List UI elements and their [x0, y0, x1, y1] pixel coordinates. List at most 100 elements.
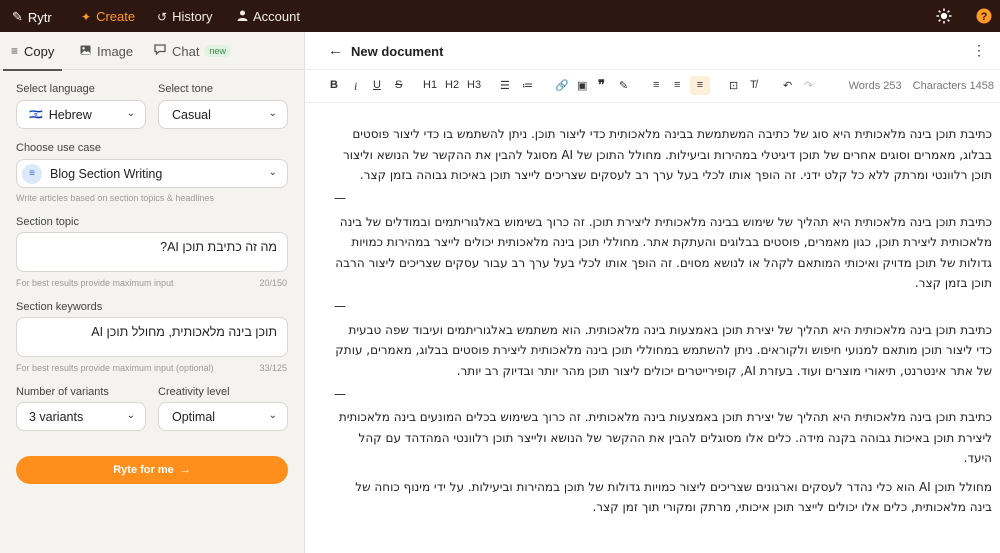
top-bar: ✎ Rytr ✦ Create ↺ History Account ? — [0, 0, 1000, 32]
heading3-button[interactable]: H3 — [467, 79, 481, 91]
language-select[interactable]: 🇮🇱 Hebrew ⌄ — [16, 100, 146, 129]
separator-3: — — [334, 381, 992, 407]
usecase-select[interactable]: ≡ Blog Section Writing ⌄ — [16, 159, 288, 188]
paragraph-2: כתיבת תוכן בינה מלאכותית היא תהליך של שי… — [335, 214, 992, 291]
usecase-hint: Write articles based on section topics &… — [16, 193, 214, 203]
link-icon[interactable]: 🔗 — [555, 79, 569, 92]
chevron-down-icon: ⌄ — [268, 107, 277, 119]
nav-account[interactable]: Account — [237, 9, 300, 24]
heading1-button[interactable]: H1 — [423, 79, 437, 91]
align-center-icon[interactable]: ≡ — [674, 79, 680, 91]
variants-label: Number of variants — [16, 386, 109, 398]
rytr-logo-icon: ✎ — [12, 9, 23, 24]
separator-dash: — — [334, 299, 346, 314]
image-icon — [80, 44, 91, 58]
paragraph-1: כתיבת תוכן בינה מלאכותית היא סוג של כתיב… — [343, 127, 992, 182]
editor-toolbar: B i U S H1 H2 H3 ☰ ≔ 🔗 ▣ ❞ ✎ ≡ ≡ ≡ ⊡ T̸ … — [306, 70, 1000, 103]
separator-dash: — — [334, 386, 346, 401]
help-icon[interactable]: ? — [975, 7, 993, 25]
language-label: Select language — [16, 83, 95, 95]
svg-text:?: ? — [981, 11, 988, 23]
nav-history[interactable]: ↺ History — [157, 9, 213, 24]
document-title: New document — [351, 44, 444, 59]
bullet-list-icon[interactable]: ☰ — [500, 79, 510, 92]
underline-button[interactable]: U — [373, 79, 381, 91]
keywords-input[interactable]: תוכן בינה מלאכותית, מחולל תוכן AI — [16, 317, 288, 357]
topic-counter: 20/150 — [259, 278, 287, 288]
tone-value: Casual — [172, 107, 211, 122]
bold-button[interactable]: B — [330, 79, 338, 91]
align-right-icon[interactable]: ≡ — [690, 76, 710, 95]
character-count: Characters 1458 — [912, 80, 994, 92]
usecase-value: Blog Section Writing — [50, 166, 163, 181]
topic-value: מה זה כתיבת תוכן AI? — [160, 240, 277, 254]
keywords-counter: 33/125 — [259, 363, 287, 373]
creativity-select[interactable]: Optimal ⌄ — [158, 402, 288, 431]
variants-select[interactable]: 3 variants ⌄ — [16, 402, 146, 431]
chat-icon — [154, 44, 166, 58]
user-icon — [237, 10, 248, 24]
chevron-down-icon: ⌄ — [126, 107, 135, 119]
redo-icon[interactable]: ↷ — [804, 79, 813, 92]
brand-name: Rytr — [27, 9, 52, 25]
ryte-for-me-button[interactable]: Ryte for me → — [16, 456, 288, 484]
align-left-icon[interactable]: ≡ — [653, 79, 659, 91]
clear-format-icon[interactable]: T̸ — [750, 79, 757, 91]
nav-create-label: Create — [96, 9, 136, 24]
undo-icon[interactable]: ↶ — [783, 79, 792, 92]
left-panel: ≡ Copy Image Chat new Select language Se… — [0, 32, 305, 553]
paragraph-5: מחולל תוכן AI הוא כלי נהדר לעסקים וארגונ… — [355, 479, 992, 515]
topic-label: Section topic — [16, 216, 79, 228]
ryte-button-label: Ryte for me — [113, 464, 174, 476]
separator-1: — — [334, 186, 992, 212]
tab-image-label: Image — [97, 43, 134, 59]
blog-icon: ≡ — [22, 163, 42, 184]
quote-icon[interactable]: ❞ — [598, 77, 605, 93]
tab-image[interactable]: Image — [80, 32, 133, 70]
creativity-value: Optimal — [172, 409, 216, 424]
history-icon: ↺ — [157, 9, 168, 24]
tab-copy-label: Copy — [24, 43, 55, 59]
tab-chat-label: Chat — [172, 43, 200, 59]
topic-hint: For best results provide maximum input — [16, 278, 174, 288]
numbered-list-icon[interactable]: ≔ — [522, 79, 533, 92]
creativity-label: Creativity level — [158, 386, 230, 398]
paragraph-3: כתיבת תוכן בינה מלאכותית היא תהליך של יצ… — [335, 322, 992, 378]
keywords-value: תוכן בינה מלאכותית, מחולל תוכן AI — [91, 325, 277, 339]
keywords-label: Section keywords — [16, 301, 103, 313]
nav-account-label: Account — [253, 9, 300, 24]
more-options-icon[interactable]: ⋮ — [972, 42, 986, 59]
highlight-pen-icon[interactable]: ✎ — [619, 79, 628, 92]
new-badge: new — [204, 45, 231, 57]
chevron-down-icon: ⌄ — [268, 409, 277, 421]
word-count: Words 253 — [848, 80, 902, 92]
embed-icon[interactable]: ⊡ — [729, 79, 738, 92]
separator-2: — — [334, 294, 992, 320]
back-arrow-icon[interactable]: ← — [328, 42, 343, 59]
nav-create[interactable]: ✦ Create — [81, 9, 135, 24]
theme-toggle-icon[interactable] — [935, 7, 953, 25]
document-counts: Words 253 Characters 1458 — [841, 80, 994, 92]
language-value: Hebrew — [48, 107, 92, 122]
paragraph-4: כתיבת תוכן בינה מלאכותית היא תהליך של יצ… — [338, 410, 992, 465]
mode-tabs: ≡ Copy Image Chat new — [0, 32, 305, 71]
variants-value: 3 variants — [29, 409, 84, 424]
document-body[interactable]: כתיבת תוכן בינה מלאכותית היא סוג של כתיב… — [334, 124, 992, 518]
topic-input[interactable]: מה זה כתיבת תוכן AI? — [16, 232, 288, 272]
tab-chat[interactable]: Chat new — [154, 32, 231, 70]
israel-flag-icon: 🇮🇱 — [29, 109, 43, 121]
image-insert-icon[interactable]: ▣ — [577, 79, 587, 92]
chevron-down-icon: ⌄ — [268, 166, 277, 178]
brand-logo[interactable]: ✎ Rytr — [12, 9, 52, 25]
strikethrough-button[interactable]: S — [395, 79, 402, 91]
separator-dash: — — [334, 191, 346, 206]
keywords-hint: For best results provide maximum input (… — [16, 363, 214, 373]
italic-button[interactable]: i — [354, 79, 357, 94]
editor-panel: ← New document ⋮ B i U S H1 H2 H3 ☰ ≔ 🔗 … — [306, 32, 1000, 553]
chevron-down-icon: ⌄ — [126, 409, 135, 421]
arrow-right-icon: → — [179, 464, 191, 476]
tab-copy[interactable]: ≡ Copy — [2, 32, 63, 71]
tone-select[interactable]: Casual ⌄ — [158, 100, 288, 129]
document-header: ← New document ⋮ — [306, 32, 1000, 70]
heading2-button[interactable]: H2 — [445, 79, 459, 91]
